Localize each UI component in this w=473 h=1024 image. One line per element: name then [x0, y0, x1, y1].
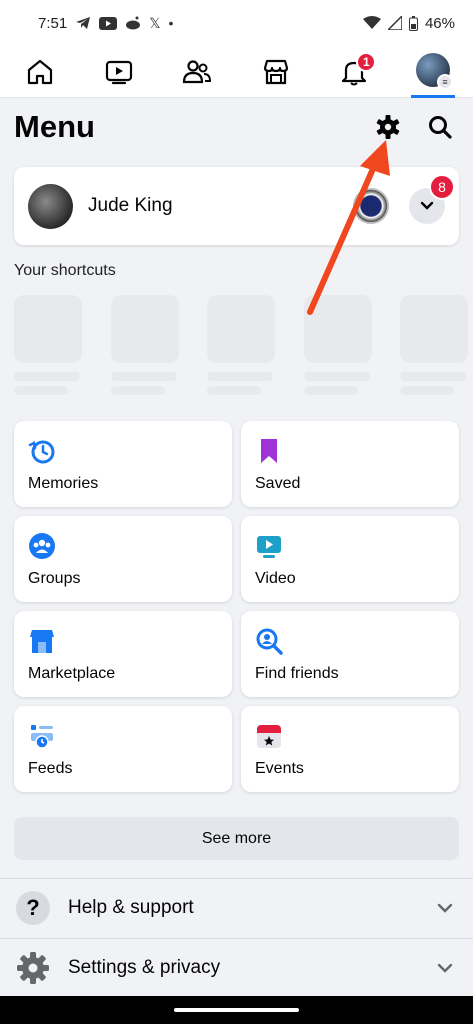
- profile-avatar-icon: ≡: [415, 53, 453, 90]
- marketplace-icon: [30, 630, 54, 653]
- shortcut-text-placeholder: [14, 372, 80, 381]
- shortcut-placeholder: [304, 295, 372, 363]
- shortcut-text-placeholder: [111, 372, 177, 381]
- video-icon: [105, 60, 132, 84]
- gear-icon: [376, 115, 400, 139]
- nav-marketplace[interactable]: [254, 50, 298, 94]
- events-label: Events: [255, 760, 304, 777]
- find-friends-label: Find friends: [255, 665, 339, 682]
- shortcuts-heading: Your shortcuts: [14, 262, 116, 279]
- memories-label: Memories: [28, 475, 99, 492]
- nav-menu-profile[interactable]: ≡: [410, 46, 455, 98]
- events-icon: [257, 725, 281, 748]
- nav-friends[interactable]: [175, 50, 219, 94]
- settings-button[interactable]: [369, 108, 407, 146]
- help-icon: ?: [16, 891, 50, 925]
- top-nav-bar: 1 ≡: [0, 46, 473, 98]
- memories-card[interactable]: Memories: [14, 421, 232, 507]
- video-icon: [257, 536, 281, 558]
- profile-name: Jude King: [88, 195, 173, 216]
- friends-icon: [183, 59, 212, 83]
- chevron-down-icon: [437, 963, 453, 973]
- x-icon: 𝕏: [149, 14, 161, 31]
- marketplace-icon: [263, 59, 288, 84]
- status-time: 7:51: [38, 14, 68, 32]
- find-friends-icon: [256, 628, 283, 655]
- settings-icon: [16, 951, 50, 985]
- memories-icon: [28, 440, 55, 464]
- saved-label: Saved: [255, 475, 301, 492]
- notification-badge: 1: [356, 51, 377, 72]
- signal-icon: [387, 16, 402, 30]
- home-gesture-pill[interactable]: [174, 1008, 299, 1012]
- nav-video[interactable]: [97, 50, 141, 94]
- feeds-icon: [31, 725, 53, 749]
- nav-home[interactable]: [18, 50, 62, 94]
- reddit-icon: [126, 16, 141, 30]
- switch-profile-button[interactable]: 8: [409, 174, 455, 224]
- feeds-label: Feeds: [28, 760, 73, 777]
- telegram-icon: [76, 17, 91, 29]
- help-support-label: Help & support: [68, 897, 194, 918]
- see-more-button[interactable]: See more: [14, 817, 459, 860]
- shortcut-text-placeholder: [14, 386, 68, 395]
- battery-icon: [408, 15, 418, 31]
- video-label: Video: [255, 570, 296, 587]
- search-button[interactable]: [421, 108, 459, 146]
- shortcut-text-placeholder: [400, 372, 466, 381]
- help-support-row[interactable]: ? Help & support: [0, 879, 473, 937]
- home-icon: [27, 59, 53, 84]
- shortcut-text-placeholder: [111, 386, 165, 395]
- youtube-icon: [99, 16, 118, 30]
- events-card[interactable]: Events: [241, 706, 459, 792]
- feeds-card[interactable]: Feeds: [14, 706, 232, 792]
- page-profile-thumbnail[interactable]: [353, 188, 389, 224]
- groups-label: Groups: [28, 570, 81, 587]
- shortcut-text-placeholder: [400, 386, 454, 395]
- status-bar: 7:51 𝕏 • 46%: [0, 0, 473, 46]
- settings-privacy-label: Settings & privacy: [68, 957, 221, 978]
- nav-notifications[interactable]: 1: [332, 50, 377, 94]
- find-friends-card[interactable]: Find friends: [241, 611, 459, 697]
- shortcut-placeholder: [400, 295, 468, 363]
- search-icon: [429, 116, 452, 139]
- profile-badge: 8: [429, 174, 455, 200]
- saved-icon: [261, 439, 277, 463]
- marketplace-label: Marketplace: [28, 665, 116, 682]
- shortcut-text-placeholder: [207, 372, 273, 381]
- shortcut-placeholder: [207, 295, 275, 363]
- shortcut-placeholder: [111, 295, 179, 363]
- saved-card[interactable]: Saved: [241, 421, 459, 507]
- chevron-down-icon: [437, 903, 453, 913]
- shortcut-text-placeholder: [304, 386, 358, 395]
- groups-card[interactable]: Groups: [14, 516, 232, 602]
- wifi-icon: [362, 16, 381, 29]
- shortcut-placeholder: [14, 295, 82, 363]
- dot-icon: •: [168, 15, 174, 31]
- avatar: [28, 183, 73, 229]
- chevron-down-icon: [420, 201, 434, 210]
- marketplace-card[interactable]: Marketplace: [14, 611, 232, 697]
- menu-header: Menu: [0, 98, 473, 156]
- battery-percent: 46%: [424, 14, 455, 32]
- settings-privacy-row[interactable]: Settings & privacy: [0, 939, 473, 997]
- groups-icon: [29, 533, 55, 559]
- shortcut-text-placeholder: [207, 386, 261, 395]
- page-title: Menu: [14, 109, 95, 144]
- shortcut-text-placeholder: [304, 372, 370, 381]
- video-card[interactable]: Video: [241, 516, 459, 602]
- gesture-nav-bar: [0, 996, 473, 1024]
- profile-card[interactable]: Jude King 8: [14, 167, 459, 245]
- menu-lines-icon: ≡: [436, 74, 453, 90]
